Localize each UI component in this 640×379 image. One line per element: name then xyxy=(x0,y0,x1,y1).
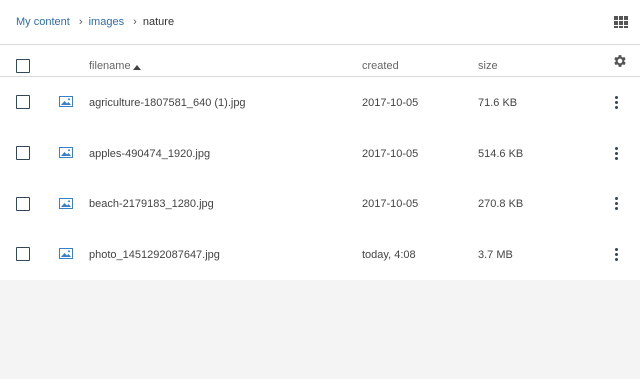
breadcrumb-separator: › xyxy=(133,16,137,28)
more-options-icon[interactable] xyxy=(612,147,622,161)
select-all-checkbox[interactable] xyxy=(16,59,30,73)
file-created: 2017-10-05 xyxy=(362,148,419,160)
file-created: today, 4:08 xyxy=(362,249,416,261)
breadcrumb-my-content[interactable]: My content xyxy=(16,16,70,28)
sort-ascending-icon xyxy=(133,65,141,70)
breadcrumb-separator: › xyxy=(78,16,83,28)
column-header-filename[interactable]: filename xyxy=(89,59,131,73)
more-options-icon[interactable] xyxy=(612,197,622,211)
image-file-icon xyxy=(59,96,73,107)
file-name[interactable]: photo_1451292087647.jpg xyxy=(89,248,220,262)
breadcrumb-images[interactable]: images xyxy=(89,16,124,28)
breadcrumb-nature: nature xyxy=(142,16,175,28)
row-checkbox[interactable] xyxy=(16,146,30,160)
row-checkbox[interactable] xyxy=(16,247,30,261)
file-created: 2017-10-05 xyxy=(362,198,419,210)
file-name[interactable]: beach-2179183_1280.jpg xyxy=(89,197,214,211)
image-file-icon xyxy=(59,198,73,209)
file-size: 514.6 KB xyxy=(478,148,524,160)
file-size: 3.7 MB xyxy=(478,249,513,261)
file-name[interactable]: agriculture-1807581_640 (1).jpg xyxy=(89,96,246,110)
file-size: 71.6 KB xyxy=(478,97,518,109)
grid-view-icon[interactable] xyxy=(614,16,628,28)
file-size: 270.8 KB xyxy=(478,198,524,210)
column-header-size[interactable]: size xyxy=(478,59,498,73)
column-header-created[interactable]: created xyxy=(362,59,399,73)
top-bar: My content › images › nature xyxy=(0,0,640,45)
breadcrumb: My content › images › nature xyxy=(16,15,174,29)
row-checkbox[interactable] xyxy=(16,197,30,211)
row-checkbox[interactable] xyxy=(16,95,30,109)
more-options-icon[interactable] xyxy=(612,96,622,110)
file-browser-panel: My content › images › nature filename cr… xyxy=(0,0,640,280)
more-options-icon[interactable] xyxy=(612,248,622,262)
gear-icon[interactable] xyxy=(612,53,628,69)
file-name[interactable]: apples-490474_1920.jpg xyxy=(89,147,210,161)
image-file-icon xyxy=(59,248,73,259)
file-created: 2017-10-05 xyxy=(362,97,419,109)
image-file-icon xyxy=(59,147,73,158)
